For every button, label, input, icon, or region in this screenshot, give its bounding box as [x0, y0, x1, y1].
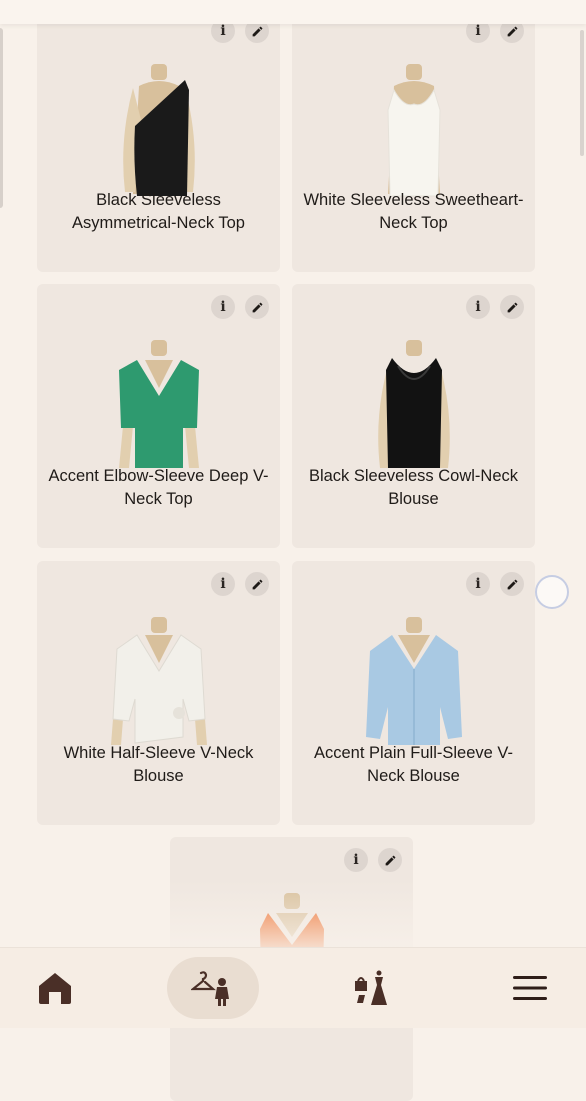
- top-bar: [0, 0, 586, 24]
- wardrobe-try-on-icon: [191, 971, 229, 1006]
- product-name: Black Sleeveless Asymmetrical-Neck Top: [72, 191, 245, 232]
- pencil-icon: [252, 579, 262, 589]
- edit-button[interactable]: [245, 572, 269, 596]
- edit-button[interactable]: [500, 295, 524, 319]
- menu-icon: [513, 976, 547, 1000]
- product-name: White Half-Sleeve V-Neck Blouse: [63, 744, 254, 785]
- product-card[interactable]: i Accent Plain Full-Sleeve V-Neck Blouse: [292, 561, 535, 825]
- home-icon: [39, 973, 71, 1004]
- product-card[interactable]: i White Sleeveless Sweetheart-Neck Top: [292, 8, 535, 272]
- touch-indicator: [535, 575, 569, 609]
- garment-image: [365, 617, 462, 745]
- garment-image: [386, 64, 441, 197]
- edit-button[interactable]: [245, 295, 269, 319]
- pencil-icon: [252, 302, 262, 312]
- scrollbar[interactable]: [580, 30, 584, 156]
- garment-image: [122, 64, 195, 196]
- product-card[interactable]: i Black Sleeveless Asymmetrical-Neck Top: [37, 8, 280, 272]
- product-name: White Sleeveless Sweetheart-Neck Top: [303, 191, 524, 232]
- product-card[interactable]: i Accent Elbow-Sleeve Deep V-Neck Top: [37, 284, 280, 548]
- info-button[interactable]: i: [466, 295, 490, 319]
- product-card[interactable]: i White Half-Sleeve V-Neck Blouse: [37, 561, 280, 825]
- info-icon: i: [220, 23, 226, 39]
- info-icon: i: [353, 852, 359, 868]
- product-name: Accent Elbow-Sleeve Deep V-Neck Top: [48, 467, 269, 508]
- product-card[interactable]: i Black Sleeveless Cowl-Neck Blouse: [292, 284, 535, 548]
- info-button[interactable]: i: [211, 295, 235, 319]
- edit-button[interactable]: [500, 572, 524, 596]
- product-name: Accent Plain Full-Sleeve V-Neck Blouse: [313, 744, 513, 785]
- info-button[interactable]: i: [211, 572, 235, 596]
- bottom-navigation: [0, 947, 586, 1028]
- edit-button[interactable]: [378, 848, 402, 872]
- pencil-icon: [385, 855, 395, 865]
- pencil-icon: [507, 302, 517, 312]
- edge-panel-handle[interactable]: [0, 28, 3, 208]
- nav-wardrobe-try-on[interactable]: [183, 968, 243, 1008]
- nav-outfits[interactable]: [345, 968, 397, 1008]
- info-button[interactable]: i: [466, 572, 490, 596]
- info-icon: i: [475, 299, 481, 315]
- info-icon: i: [220, 576, 226, 592]
- info-icon: i: [220, 299, 226, 315]
- outfits-icon: [355, 970, 387, 1005]
- pencil-icon: [252, 26, 262, 36]
- nav-menu[interactable]: [505, 968, 555, 1008]
- info-icon: i: [475, 576, 481, 592]
- info-button[interactable]: i: [344, 848, 368, 872]
- pencil-icon: [507, 579, 517, 589]
- product-name: Black Sleeveless Cowl-Neck Blouse: [308, 467, 519, 508]
- garment-image: [377, 340, 450, 468]
- garment-image: [118, 340, 199, 468]
- nav-home[interactable]: [30, 968, 80, 1008]
- info-icon: i: [475, 23, 481, 39]
- pencil-icon: [507, 26, 517, 36]
- garment-image: [110, 617, 207, 745]
